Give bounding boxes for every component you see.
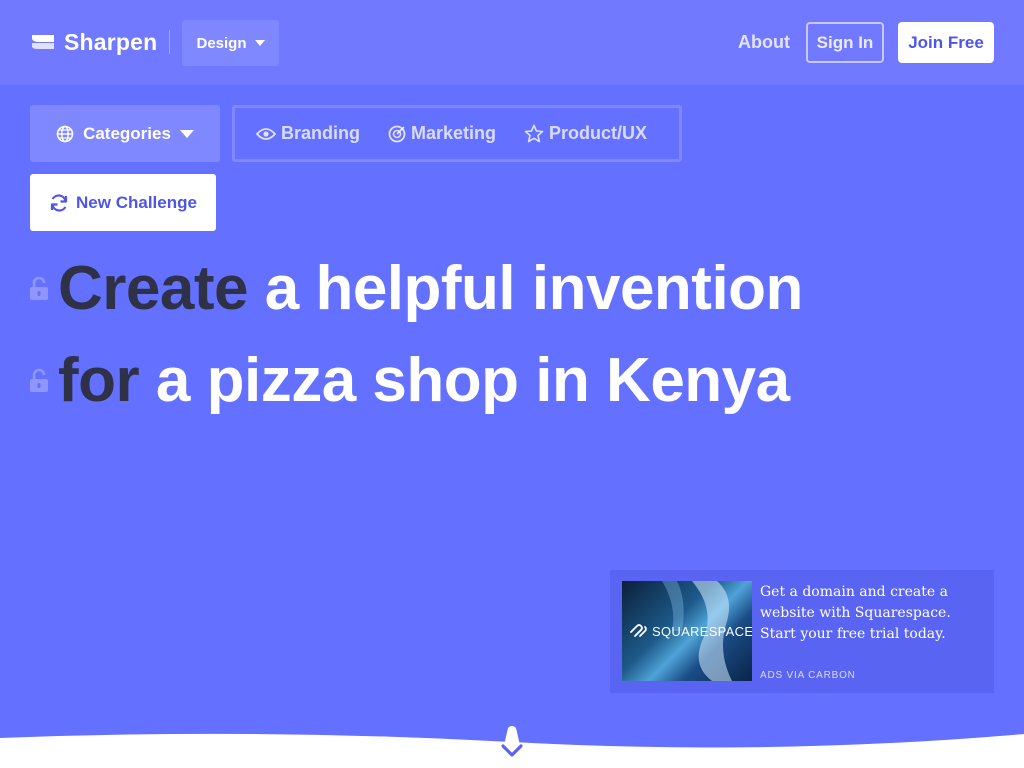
scroll-down-button[interactable]	[480, 724, 544, 768]
category-label: Product/UX	[549, 123, 648, 143]
design-dropdown[interactable]: Design	[182, 20, 279, 66]
category-filter-group: Branding Marketing Product/UX	[232, 105, 682, 162]
sharpen-logo-icon	[32, 35, 54, 49]
chevron-down-icon	[254, 40, 265, 46]
new-challenge-label: New Challenge	[76, 192, 197, 212]
category-label: Marketing	[411, 123, 497, 143]
star-icon	[524, 124, 544, 143]
refresh-icon	[50, 193, 68, 212]
eye-icon	[256, 127, 276, 140]
carbon-ad: SQUARESPACE Get a domain and create a we…	[610, 570, 994, 693]
prompt-phrase: a helpful invention	[264, 253, 804, 323]
ad-attribution[interactable]: ADS VIA CARBON	[760, 670, 856, 681]
ad-copy[interactable]: Get a domain and create a website with S…	[760, 582, 984, 645]
category-marketing[interactable]: Marketing	[388, 123, 496, 144]
globe-icon	[56, 125, 74, 142]
about-link[interactable]: About	[738, 32, 790, 53]
category-product-ux[interactable]: Product/UX	[524, 123, 647, 144]
prompt-keyword: for	[58, 345, 140, 415]
logo-divider	[169, 30, 170, 54]
prompt-phrase: a pizza shop in Kenya	[155, 345, 790, 415]
sign-in-button[interactable]: Sign In	[806, 22, 884, 63]
categories-dropdown[interactable]: Categories	[30, 105, 220, 162]
brand-logo[interactable]: Sharpen	[30, 28, 157, 56]
category-label: Branding	[281, 123, 360, 143]
prompt-line-1: Create a helpful invention	[30, 248, 803, 328]
unlock-icon[interactable]	[30, 368, 48, 392]
prompt-keyword: Create	[58, 253, 249, 323]
unlock-icon[interactable]	[30, 276, 48, 300]
top-header: Sharpen Design About Sign In Join Free	[0, 0, 1024, 85]
brand-name: Sharpen	[64, 28, 158, 55]
design-label: Design	[196, 34, 247, 52]
target-icon	[388, 125, 406, 142]
squarespace-logo: SQUARESPACE	[628, 623, 752, 639]
prompt-line-2: for a pizza shop in Kenya	[30, 340, 790, 420]
category-branding[interactable]: Branding	[256, 123, 360, 144]
categories-label: Categories	[83, 123, 171, 143]
ad-image-brand-text: SQUARESPACE	[652, 623, 752, 639]
squarespace-icon	[630, 624, 647, 637]
ad-image[interactable]: SQUARESPACE	[622, 581, 752, 681]
chevron-down-icon	[179, 129, 194, 138]
new-challenge-button[interactable]: New Challenge	[30, 174, 216, 231]
join-free-button[interactable]: Join Free	[898, 22, 994, 63]
